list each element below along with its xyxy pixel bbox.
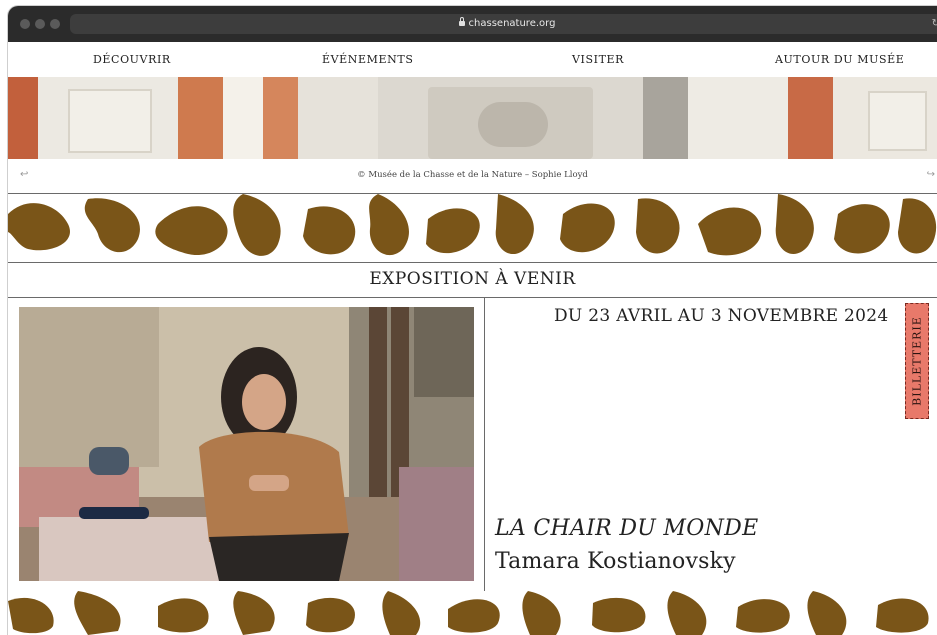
close-window-icon[interactable] <box>20 19 30 29</box>
pattern-band-bottom-art <box>8 591 929 635</box>
pattern-band-top-art <box>8 194 937 256</box>
hero-caption: © Musée de la Chasse et de la Nature – S… <box>357 170 588 180</box>
lock-icon <box>458 17 465 26</box>
zoom-window-icon[interactable] <box>50 19 60 29</box>
content-divider <box>484 297 485 591</box>
reload-icon[interactable]: ↻ <box>932 14 937 34</box>
exhibition-dates: DU 23 AVRIL AU 3 NOVEMBRE 2024 <box>554 306 889 326</box>
hero-caption-row: ↩ © Musée de la Chasse et de la Nature –… <box>8 159 937 194</box>
main-nav: DÉCOUVRIR ÉVÉNEMENTS VISITER AUTOUR DU M… <box>8 42 937 77</box>
nav-item-visiter[interactable]: VISITER <box>572 53 624 66</box>
nav-item-decouvrir[interactable]: DÉCOUVRIR <box>93 53 171 66</box>
section-title: EXPOSITION À VENIR <box>369 269 576 289</box>
exhibition-card[interactable]: DU 23 AVRIL AU 3 NOVEMBRE 2024 LA CHAIR … <box>8 297 937 592</box>
carousel-next-icon[interactable]: ↪ <box>927 169 935 180</box>
browser-titlebar: chassenature.org ↻ <box>8 6 937 42</box>
billetterie-tab[interactable]: BILLETTERIE <box>905 303 929 419</box>
exhibition-photo[interactable] <box>19 307 474 581</box>
billetterie-label: BILLETTERIE <box>910 316 924 406</box>
exhibition-artist[interactable]: Tamara Kostianovsky <box>495 549 736 574</box>
pattern-band-bottom <box>8 591 937 635</box>
section-header: EXPOSITION À VENIR <box>8 262 937 298</box>
hero-image <box>8 77 937 159</box>
address-bar[interactable]: chassenature.org ↻ <box>70 14 937 34</box>
exhibition-title[interactable]: LA CHAIR DU MONDE <box>495 516 758 541</box>
nav-item-evenements[interactable]: ÉVÉNEMENTS <box>322 53 413 66</box>
pattern-band-top <box>8 194 937 262</box>
browser-window: chassenature.org ↻ DÉCOUVRIR ÉVÉNEMENTS … <box>8 6 937 635</box>
minimize-window-icon[interactable] <box>35 19 45 29</box>
exhibition-photo-art <box>19 307 474 581</box>
url-text: chassenature.org <box>468 18 556 29</box>
nav-item-autour-du-musee[interactable]: AUTOUR DU MUSÉE <box>775 53 904 66</box>
